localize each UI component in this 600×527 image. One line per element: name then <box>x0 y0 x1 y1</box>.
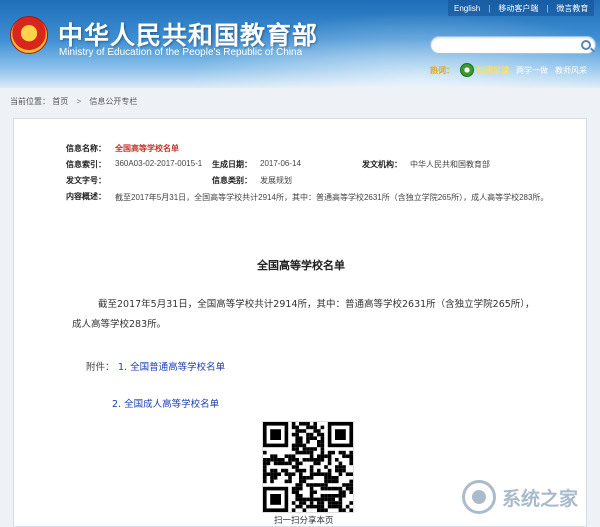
breadcrumb-home[interactable]: 首页 <box>52 97 68 106</box>
meta-row-name: 信息名称： 全国高等学校名单 <box>66 143 576 157</box>
meta-date-value: 2017-06-14 <box>260 159 301 168</box>
hot-link-two-studies[interactable]: 两学一做 <box>516 65 548 76</box>
top-links: English | 移动客户端 | 微言教育 <box>448 0 595 16</box>
breadcrumb-separator: > <box>76 97 82 106</box>
search-input[interactable] <box>439 39 579 51</box>
attachment-link-adult-colleges[interactable]: 2. 全国成人高等学校名单 <box>112 396 219 410</box>
mobile-client-link[interactable]: 移动客户端 <box>498 3 538 14</box>
meta-name-value: 全国高等学校名单 <box>115 144 179 153</box>
hot-words-bar: 热词： 校园足球 两学一做 教师风采 <box>430 62 594 78</box>
breadcrumb-prefix: 当前位置： <box>10 97 50 106</box>
top-links-divider: | <box>488 3 491 13</box>
hot-words-label: 热词： <box>430 65 454 75</box>
breadcrumb-current[interactable]: 信息公开专栏 <box>89 97 137 106</box>
meta-date-label: 生成日期： <box>212 160 252 169</box>
meta-index-label: 信息索引： <box>66 160 106 169</box>
qr-code-graphic <box>263 422 353 512</box>
meta-summary-label: 内容概述： <box>66 192 106 201</box>
attachment-label: 附件： <box>86 362 115 373</box>
meta-docno-label: 发文字号： <box>66 176 106 185</box>
meta-org-value: 中华人民共和国教育部 <box>410 160 490 169</box>
meta-row-docno: 发文字号： 信息类别： 发展规划 <box>66 175 576 189</box>
football-icon <box>460 63 474 77</box>
meta-org-label: 发文机构： <box>362 160 402 169</box>
share-qr-code <box>262 421 354 513</box>
star-icon: ★ <box>23 25 34 39</box>
hot-link-teacher-style[interactable]: 教师风采 <box>555 65 587 76</box>
watermark-logo-icon <box>462 480 496 514</box>
site-watermark: 系统之家 <box>462 478 596 518</box>
breadcrumb: 当前位置： 首页 > 信息公开专栏 <box>10 96 137 107</box>
top-links-divider: | <box>546 3 549 13</box>
site-subtitle: Ministry of Education of the People's Re… <box>59 47 303 58</box>
search-box <box>430 36 596 54</box>
meta-category-value: 发展规划 <box>260 176 292 185</box>
national-emblem-icon: ★ <box>10 16 48 54</box>
meta-index-value: 360A03-02-2017-0015-1 <box>115 159 203 168</box>
hot-link-campus-football[interactable]: 校园足球 <box>477 65 509 76</box>
english-link[interactable]: English <box>454 4 480 13</box>
meta-summary-value: 截至2017年5月31日，全国高等学校共计2914所，其中：普通高等学校2631… <box>115 193 549 202</box>
qr-caption: 扫一扫分享本页 <box>274 516 334 526</box>
meta-category-label: 信息类别： <box>212 176 252 185</box>
search-icon[interactable] <box>581 40 591 50</box>
meta-row-index: 信息索引： 360A03-02-2017-0015-1 生成日期： 2017-0… <box>66 159 576 173</box>
site-header: ★ 中华人民共和国教育部 Ministry of Education of th… <box>0 0 600 88</box>
attachment-link-regular-colleges[interactable]: 1. 全国普通高等学校名单 <box>118 359 225 373</box>
meta-row-summary: 内容概述： 截至2017年5月31日，全国高等学校共计2914所，其中：普通高等… <box>66 191 576 219</box>
document-body: 截至2017年5月31日，全国高等学校共计2914所，其中：普通高等学校2631… <box>72 299 535 330</box>
meta-name-label: 信息名称： <box>66 144 106 153</box>
weiyan-education-link[interactable]: 微言教育 <box>556 3 588 14</box>
document-title: 全国高等学校名单 <box>257 259 345 272</box>
content-panel: 信息名称： 全国高等学校名单 信息索引： 360A03-02-2017-0015… <box>13 118 587 527</box>
watermark-text: 系统之家 <box>502 488 579 510</box>
